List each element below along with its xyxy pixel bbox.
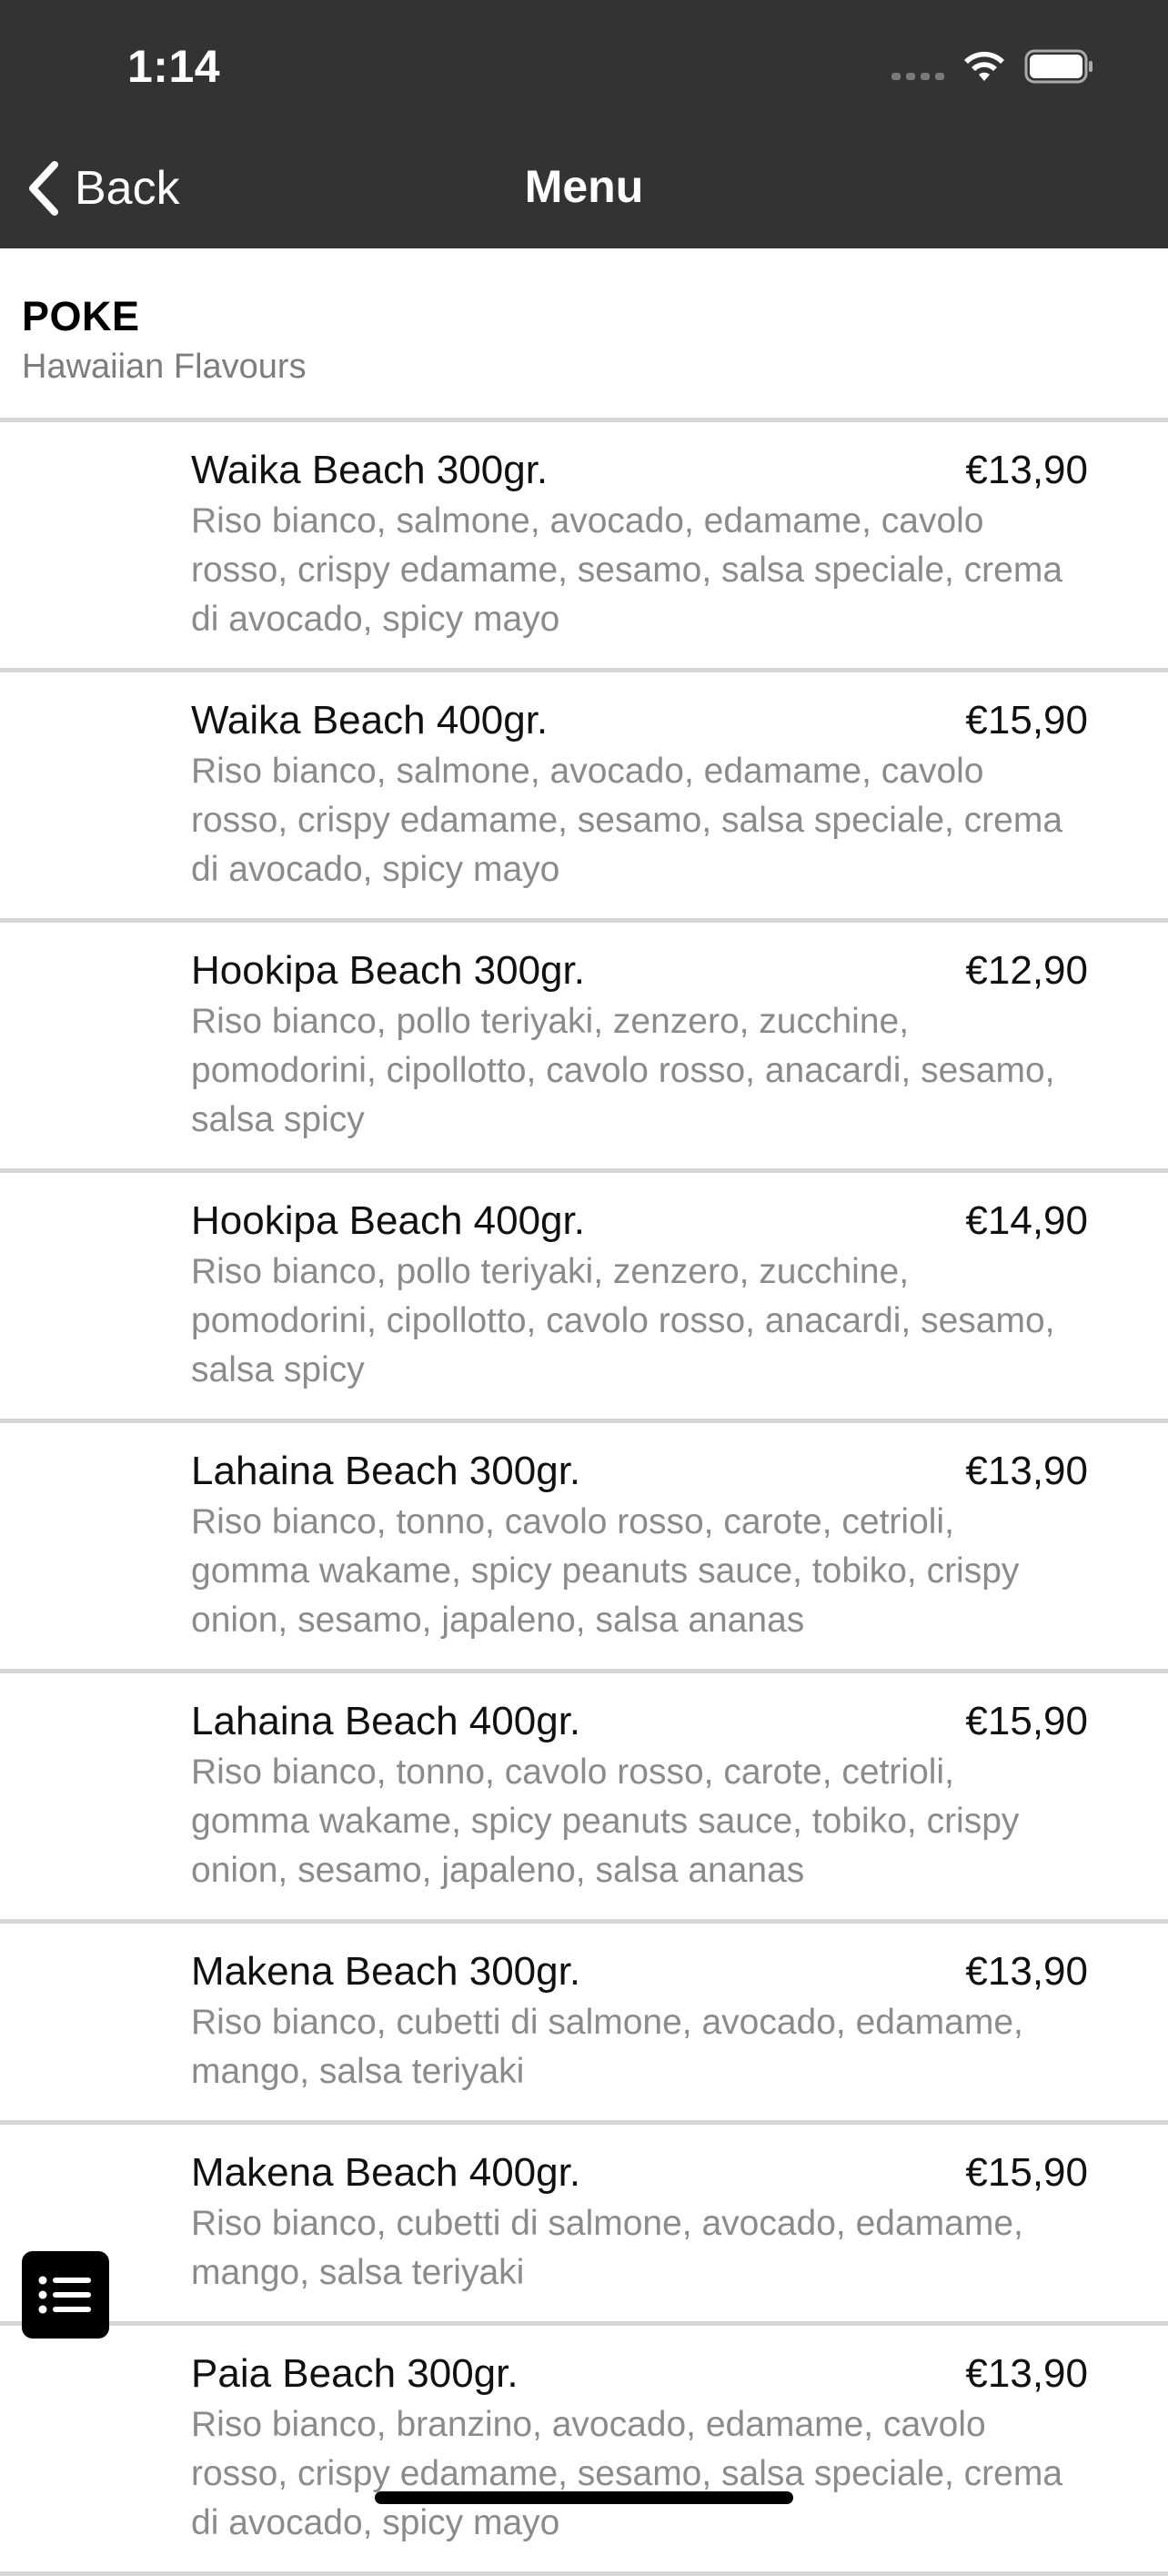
item-description: Riso bianco, salmone, avocado, edamame, …: [191, 752, 1063, 889]
status-time: 1:14: [127, 41, 221, 92]
menu-item[interactable]: Hookipa Beach 300gr. €12,90 Riso bianco,…: [0, 923, 1168, 1173]
menu-item[interactable]: Lahaina Beach 400gr. €15,90 Riso bianco,…: [0, 1673, 1168, 1924]
menu-list-button[interactable]: [22, 2251, 109, 2339]
menu-item[interactable]: Makena Beach 400gr. €15,90 Riso bianco, …: [0, 2125, 1168, 2326]
menu-item[interactable]: Paia Beach 300gr. €13,90 Riso bianco, br…: [0, 2326, 1168, 2576]
item-name: Waika Beach 300gr.: [191, 448, 549, 492]
item-description: Riso bianco, branzino, avocado, edamame,…: [191, 2405, 1063, 2542]
list-icon: [38, 2276, 91, 2314]
menu-item-list: Waika Beach 300gr. €13,90 Riso bianco, s…: [0, 422, 1168, 2576]
menu-item[interactable]: Waika Beach 400gr. €15,90 Riso bianco, s…: [0, 672, 1168, 923]
item-name: Lahaina Beach 400gr.: [191, 1699, 581, 1743]
menu-item[interactable]: Waika Beach 300gr. €13,90 Riso bianco, s…: [0, 422, 1168, 672]
item-description: Riso bianco, pollo teriyaki, zenzero, zu…: [191, 1002, 1055, 1139]
item-price: €13,90: [965, 448, 1088, 492]
section-header: POKE Hawaiian Flavours: [22, 291, 307, 389]
item-name: Hookipa Beach 400gr.: [191, 1198, 585, 1243]
item-price: €15,90: [965, 698, 1088, 742]
item-price: €12,90: [965, 948, 1088, 993]
item-name: Makena Beach 300gr.: [191, 1949, 581, 1994]
menu-item[interactable]: Hookipa Beach 400gr. €14,90 Riso bianco,…: [0, 1173, 1168, 1423]
item-description: Riso bianco, salmone, avocado, edamame, …: [191, 501, 1063, 639]
home-indicator[interactable]: [375, 2491, 793, 2504]
battery-icon: [1024, 49, 1092, 84]
item-description: Riso bianco, cubetti di salmone, avocado…: [191, 2204, 1023, 2292]
item-description: Riso bianco, tonno, cavolo rosso, carote…: [191, 1753, 1020, 1890]
item-name: Paia Beach 300gr.: [191, 2351, 519, 2396]
item-name: Waika Beach 400gr.: [191, 698, 549, 742]
item-description: Riso bianco, tonno, cavolo rosso, carote…: [191, 1502, 1020, 1640]
item-price: €15,90: [965, 2150, 1088, 2195]
item-price: €14,90: [965, 1198, 1088, 1243]
item-price: €15,90: [965, 1699, 1088, 1743]
item-name: Hookipa Beach 300gr.: [191, 948, 585, 993]
page-title: Menu: [524, 161, 644, 212]
section-title: POKE: [22, 293, 140, 339]
item-name: Lahaina Beach 300gr.: [191, 1449, 581, 1493]
item-description: Riso bianco, cubetti di salmone, avocado…: [191, 2003, 1023, 2091]
section-subtitle: Hawaiian Flavours: [22, 348, 307, 386]
wifi-icon: [964, 51, 1004, 81]
item-price: €13,90: [965, 1449, 1088, 1493]
item-price: €13,90: [965, 2351, 1088, 2396]
top-bar: 1:14 Back Menu: [0, 0, 1168, 248]
menu-item[interactable]: Makena Beach 300gr. €13,90 Riso bianco, …: [0, 1924, 1168, 2125]
menu-item[interactable]: Lahaina Beach 300gr. €13,90 Riso bianco,…: [0, 1423, 1168, 1673]
item-name: Makena Beach 400gr.: [191, 2150, 581, 2195]
item-price: €13,90: [965, 1949, 1088, 1994]
status-icons: [891, 45, 1095, 87]
item-description: Riso bianco, pollo teriyaki, zenzero, zu…: [191, 1252, 1055, 1389]
cellular-signal-icon: [891, 53, 944, 80]
